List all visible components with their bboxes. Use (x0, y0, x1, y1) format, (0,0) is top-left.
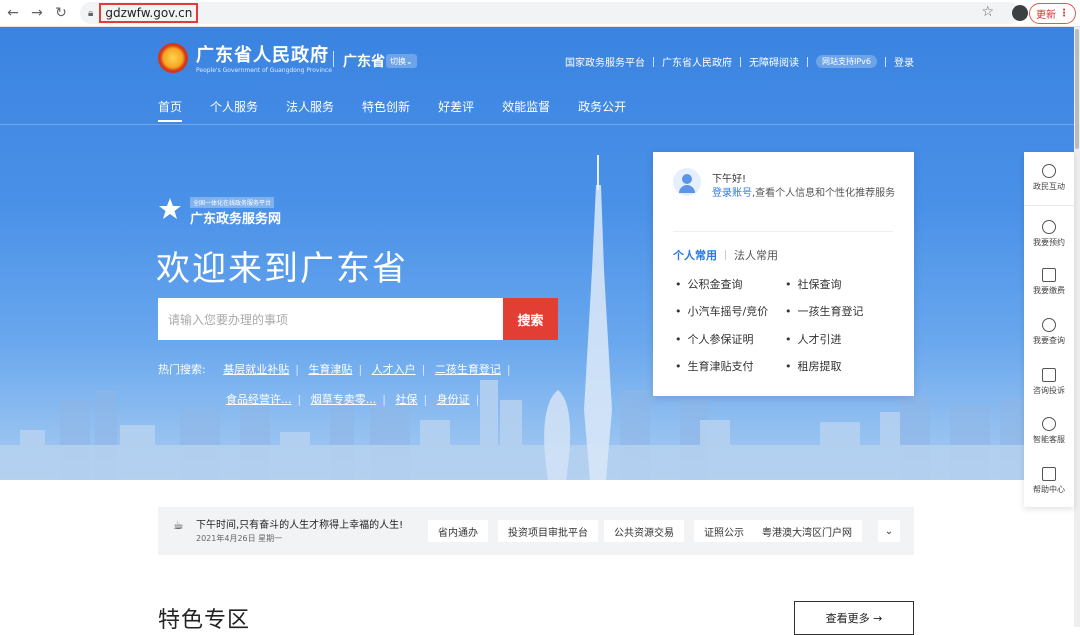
national-emblem-icon (158, 43, 188, 73)
nav-rating[interactable]: 好差评 (438, 98, 474, 122)
sidebar-item-query[interactable]: 我要查询 (1024, 318, 1074, 346)
help-icon (1042, 467, 1056, 481)
hot-keyword[interactable]: 身份证 (437, 393, 470, 406)
greeting-text: 下午好! (712, 170, 746, 185)
portal-name: 广东政务服务网 (190, 208, 281, 227)
service-link[interactable]: 小汽车摇号/竞价 (675, 303, 768, 319)
link-provincial-gov[interactable]: 广东省人民政府 (662, 54, 732, 69)
divider (333, 51, 334, 67)
service-link[interactable]: 公积金查询 (675, 276, 743, 292)
hot-keyword[interactable]: 食品经营许... (226, 393, 292, 406)
tab-corporate-common[interactable]: 法人常用 (734, 247, 778, 263)
quick-link[interactable]: 公共资源交易 (604, 520, 684, 542)
featured-heading: 特色专区 (158, 602, 250, 634)
notice-date: 2021年4月26日 星期一 (196, 533, 282, 544)
nav-supervision[interactable]: 效能监督 (502, 98, 550, 122)
headset-icon (1042, 417, 1056, 431)
clock-icon (1042, 220, 1056, 234)
floating-sidebar: 政民互动 我要预约 我要缴费 我要查询 咨询投诉 智能客服 帮助中心 (1024, 152, 1074, 507)
service-link[interactable]: 社保查询 (785, 276, 842, 292)
profile-avatar-icon[interactable] (1012, 5, 1028, 21)
quick-link[interactable]: 证照公示 (694, 520, 754, 542)
login-link[interactable]: 登录 (894, 54, 914, 69)
gov-subtitle: People's Government of Guangdong Provinc… (196, 67, 332, 74)
gov-title[interactable]: 广东省人民政府 (196, 41, 329, 67)
hot-search-label: 热门搜索: (158, 355, 206, 385)
service-link[interactable]: 个人参保证明 (675, 331, 754, 347)
user-greeting-card: 下午好! 登录账号,查看个人信息和个性化推荐服务 个人常用 法人常用 公积金查询… (653, 152, 914, 396)
hot-keyword[interactable]: 社保 (395, 393, 417, 406)
switch-province-button[interactable]: 切换⌄ (386, 54, 417, 68)
sidebar-item-complaint[interactable]: 咨询投诉 (1024, 368, 1074, 396)
nav-personal-services[interactable]: 个人服务 (210, 98, 258, 122)
service-tabs: 个人常用 法人常用 (673, 247, 778, 263)
sidebar-item-help[interactable]: 帮助中心 (1024, 467, 1074, 495)
hot-keyword[interactable]: 基层就业补贴 (223, 363, 289, 376)
user-avatar-icon (673, 168, 701, 196)
hot-searches: 热门搜索: 基层就业补贴| 生育津贴| 人才入户| 二孩生育登记| 食品经营许.… (158, 355, 538, 415)
back-icon[interactable]: ← (2, 2, 24, 24)
chat-bubble-icon (1042, 164, 1056, 178)
url-text[interactable]: gdzwfw.gov.cn (99, 3, 198, 23)
hot-keyword[interactable]: 烟草专卖零... (311, 393, 377, 406)
payment-icon (1042, 268, 1056, 282)
sidebar-item-appointment[interactable]: 我要预约 (1024, 220, 1074, 248)
bookmark-star-icon[interactable]: ☆ (981, 4, 994, 20)
link-national-platform[interactable]: 国家政务服务平台 (565, 54, 645, 69)
reload-icon[interactable]: ↻ (50, 2, 72, 24)
portal-tagline: 全国一体化在线政务服务平台 (190, 197, 274, 208)
service-link[interactable]: 一孩生育登记 (785, 303, 864, 319)
hero-banner: 广东省人民政府 People's Government of Guangdong… (0, 27, 1080, 480)
header-links: 国家政务服务平台 广东省人民政府 无障碍阅读 网站支持IPv6 登录 (565, 54, 914, 69)
hot-keyword[interactable]: 生育津贴 (308, 363, 352, 376)
greeting-description: 登录账号,查看个人信息和个性化推荐服务 (712, 186, 897, 202)
nav-corporate-services[interactable]: 法人服务 (286, 98, 334, 122)
coffee-cup-icon: ☕ (173, 518, 184, 532)
sidebar-item-customer-service[interactable]: 智能客服 (1024, 417, 1074, 445)
nav-gov-affairs[interactable]: 政务公开 (578, 98, 626, 122)
service-link[interactable]: 租房提取 (785, 358, 842, 374)
search-icon (1042, 318, 1056, 332)
quick-link[interactable]: 粤港澳大湾区门户网 (752, 520, 862, 542)
hot-keyword[interactable]: 人才入户 (372, 363, 416, 376)
search-input[interactable]: 请输入您要办理的事项 (158, 298, 503, 340)
quick-link[interactable]: 省内通办 (428, 520, 488, 542)
welcome-heading: 欢迎来到广东省 (156, 241, 408, 290)
portal-logo-icon (158, 197, 182, 221)
hot-keyword[interactable]: 二孩生育登记 (435, 363, 501, 376)
main-nav: 首页 个人服务 法人服务 特色创新 好差评 效能监督 政务公开 (158, 98, 654, 122)
lock-icon: 🔒︎ (88, 8, 93, 19)
update-button[interactable]: 更新⋮ (1029, 3, 1076, 24)
sidebar-item-payment[interactable]: 我要缴费 (1024, 268, 1074, 296)
address-bar[interactable]: 🔒︎ gdzwfw.gov.cn (80, 2, 1020, 24)
province-label: 广东省 (343, 51, 385, 71)
ipv6-badge: 网站支持IPv6 (816, 55, 877, 68)
service-link[interactable]: 人才引进 (785, 331, 842, 347)
chevron-down-icon: ⌄ (406, 57, 413, 66)
sidebar-item-interaction[interactable]: 政民互动 (1024, 164, 1074, 192)
quick-link[interactable]: 投资项目审批平台 (498, 520, 598, 542)
chevron-down-icon[interactable]: ⌄ (878, 520, 900, 542)
nav-innovation[interactable]: 特色创新 (362, 98, 410, 122)
site-header: 广东省人民政府 People's Government of Guangdong… (0, 27, 1080, 87)
login-account-link[interactable]: 登录账号 (712, 188, 752, 199)
tab-personal-common[interactable]: 个人常用 (673, 247, 717, 263)
more-icon: ⋮ (1059, 8, 1069, 19)
link-accessibility[interactable]: 无障碍阅读 (749, 54, 799, 69)
browser-toolbar: ← → ↻ 🔒︎ gdzwfw.gov.cn ☆ 更新⋮ (0, 0, 1080, 27)
notice-text: 下午时间,只有奋斗的人生才称得上幸福的人生! (196, 516, 403, 531)
forward-icon[interactable]: → (26, 2, 48, 24)
view-more-button[interactable]: 查看更多 → (794, 601, 914, 635)
service-link[interactable]: 生育津贴支付 (675, 358, 754, 374)
complaint-icon (1042, 368, 1056, 382)
nav-home[interactable]: 首页 (158, 98, 182, 122)
search-button[interactable]: 搜索 (503, 298, 558, 340)
notice-bar: ☕ 下午时间,只有奋斗的人生才称得上幸福的人生! 2021年4月26日 星期一 … (158, 507, 914, 555)
page-scrollbar[interactable] (1074, 27, 1080, 627)
